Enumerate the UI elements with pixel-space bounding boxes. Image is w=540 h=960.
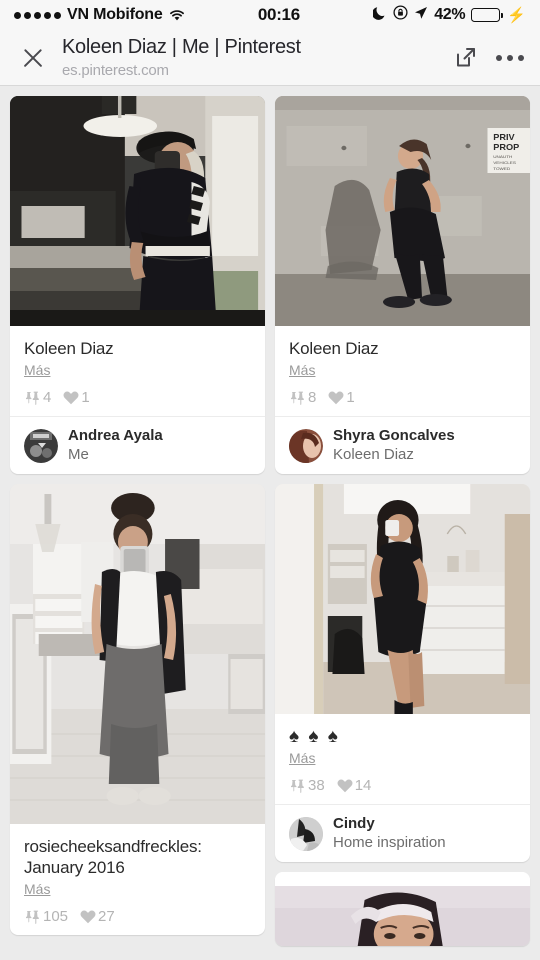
pin-more-link[interactable]: Más — [289, 362, 315, 378]
close-icon[interactable] — [16, 41, 50, 75]
pin-more-link[interactable]: Más — [289, 750, 315, 766]
location-arrow-icon — [414, 5, 428, 25]
like-count-value: 14 — [354, 777, 372, 794]
pin-card-top-padding — [275, 872, 530, 886]
pin-stats: 8 1 — [289, 389, 516, 406]
pin-card[interactable]: ♠ ♠ ♠ Más 38 14 Cindy Home inspiration — [275, 484, 530, 862]
avatar[interactable] — [289, 428, 323, 463]
svg-text:PROP: PROP — [493, 143, 519, 152]
share-external-link-icon[interactable] — [453, 45, 478, 70]
signal-strength-icon — [14, 11, 61, 19]
repin-count-value: 8 — [308, 389, 317, 406]
like-count-value: 27 — [98, 908, 115, 925]
pin-more-link[interactable]: Más — [24, 881, 50, 897]
pin-stats: 105 27 — [24, 908, 251, 925]
pin-image-mirror-selfie-dark-kitchen[interactable] — [10, 96, 265, 326]
author-meta: Cindy Home inspiration — [333, 815, 446, 852]
battery-icon — [471, 8, 504, 22]
status-bar-right: 42% ⚡ — [372, 5, 526, 25]
author-meta: Andrea Ayala Me — [68, 427, 163, 464]
page-title: Koleen Diaz | Me | Pinterest — [62, 35, 301, 58]
pin-title: Koleen Diaz — [24, 339, 114, 358]
pin-more-link[interactable]: Más — [24, 362, 50, 378]
like-count: 27 — [80, 908, 115, 925]
pin-author-footer[interactable]: Shyra Goncalves Koleen Diaz — [275, 416, 530, 474]
author-name: Andrea Ayala — [68, 427, 163, 444]
svg-text:VEHICLES: VEHICLES — [493, 160, 516, 165]
like-count: 14 — [337, 777, 372, 794]
nav-title-block: Koleen Diaz | Me | Pinterest es.pinteres… — [62, 36, 443, 80]
pin-title: Koleen Diaz — [289, 339, 379, 358]
avatar[interactable] — [24, 428, 58, 463]
masonry-columns: Koleen Diaz Más 4 1 Andrea Ayala Me rosi… — [10, 96, 530, 946]
pin-body: Koleen Diaz Más 8 1 — [275, 326, 530, 416]
pin-feed[interactable]: Koleen Diaz Más 4 1 Andrea Ayala Me rosi… — [0, 86, 540, 960]
rotation-lock-icon — [393, 5, 408, 25]
lightning-bolt-icon: ⚡ — [507, 7, 526, 24]
column-right: PRIV PROP UNAUTH VEHICLES TOWED Koleen D… — [275, 96, 530, 946]
moon-icon — [372, 5, 387, 25]
pin-image-woman-portrait-partial[interactable] — [275, 886, 530, 946]
pin-title: ♠ ♠ ♠ — [289, 726, 340, 747]
pin-author-footer[interactable]: Andrea Ayala Me — [10, 416, 265, 474]
avatar[interactable] — [289, 816, 323, 851]
wifi-icon — [169, 9, 185, 22]
like-count-value: 1 — [81, 389, 90, 406]
author-name: Shyra Goncalves — [333, 427, 455, 444]
svg-text:TOWED: TOWED — [493, 166, 510, 171]
nav-actions — [453, 45, 524, 70]
board-name: Koleen Diaz — [333, 446, 414, 463]
pin-card[interactable]: rosiecheeksandfreckles: January 2016 Más… — [10, 484, 265, 935]
board-name: Me — [68, 446, 89, 463]
repin-count: 8 — [289, 389, 316, 406]
clock: 00:16 — [257, 5, 300, 24]
like-count: 1 — [328, 389, 355, 406]
pin-image-woman-against-concrete-wall[interactable]: PRIV PROP UNAUTH VEHICLES TOWED — [275, 96, 530, 326]
pin-body: ♠ ♠ ♠ Más 38 14 — [275, 714, 530, 804]
pin-card[interactable]: PRIV PROP UNAUTH VEHICLES TOWED Koleen D… — [275, 96, 530, 474]
pin-author-footer[interactable]: Cindy Home inspiration — [275, 804, 530, 862]
browser-nav-bar: Koleen Diaz | Me | Pinterest es.pinteres… — [0, 30, 540, 86]
page-url: es.pinterest.com — [62, 61, 169, 79]
status-bar: VN Mobifone 00:16 42% ⚡ — [0, 0, 540, 30]
pin-body: rosiecheeksandfreckles: January 2016 Más… — [10, 824, 265, 935]
svg-text:PRIV: PRIV — [493, 133, 515, 142]
board-name: Home inspiration — [333, 834, 446, 851]
pin-stats: 4 1 — [24, 389, 251, 406]
repin-count: 38 — [289, 777, 325, 794]
repin-count-value: 4 — [43, 389, 52, 406]
like-count-value: 1 — [346, 389, 355, 406]
repin-count: 105 — [24, 908, 68, 925]
pin-image-woman-black-dress-bedroom[interactable] — [275, 484, 530, 714]
author-meta: Shyra Goncalves Koleen Diaz — [333, 427, 455, 464]
pin-stats: 38 14 — [289, 777, 516, 794]
status-bar-left: VN Mobifone — [14, 6, 185, 24]
repin-count-value: 105 — [43, 908, 69, 925]
column-left: Koleen Diaz Más 4 1 Andrea Ayala Me rosi… — [10, 96, 265, 935]
repin-count-value: 38 — [308, 777, 325, 794]
pin-card[interactable] — [275, 872, 530, 946]
author-name: Cindy — [333, 815, 375, 832]
pin-body: Koleen Diaz Más 4 1 — [10, 326, 265, 416]
more-options-icon[interactable] — [496, 54, 524, 61]
repin-count: 4 — [24, 389, 51, 406]
carrier-name: VN Mobifone — [67, 6, 163, 23]
like-count: 1 — [63, 389, 90, 406]
battery-percent: 42% — [434, 6, 466, 23]
pin-image-mirror-selfie-white-bedroom[interactable] — [10, 484, 265, 824]
pin-card[interactable]: Koleen Diaz Más 4 1 Andrea Ayala Me — [10, 96, 265, 474]
pin-title: rosiecheeksandfreckles: January 2016 — [24, 837, 202, 877]
svg-text:UNAUTH: UNAUTH — [493, 154, 512, 159]
